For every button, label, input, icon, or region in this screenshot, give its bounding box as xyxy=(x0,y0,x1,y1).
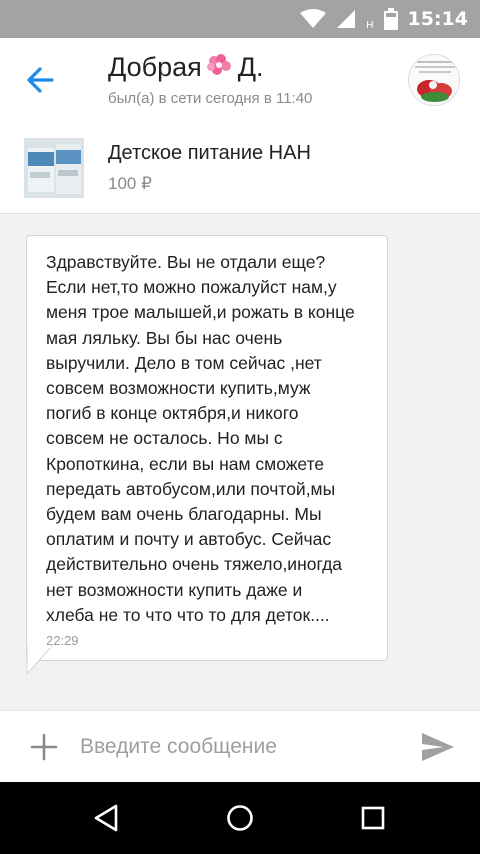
back-button[interactable] xyxy=(22,62,62,98)
message-text: Здравствуйте. Вы не отдали еще? Если нет… xyxy=(46,252,355,625)
contact-name-first: Добрая xyxy=(108,52,202,82)
send-icon xyxy=(422,733,454,761)
nav-home-icon xyxy=(227,805,253,831)
system-nav-bar xyxy=(0,782,480,854)
nav-back-icon xyxy=(94,804,118,832)
nav-recents-button[interactable] xyxy=(355,800,391,836)
battery-icon xyxy=(383,8,398,30)
status-bar: H 15:14 xyxy=(0,0,480,38)
avatar-image xyxy=(409,55,459,105)
plus-icon xyxy=(30,733,58,761)
network-type-label: H xyxy=(366,19,374,31)
status-icons: H 15:14 xyxy=(300,0,468,38)
wifi-icon xyxy=(300,9,327,28)
incoming-message-bubble[interactable]: Здравствуйте. Вы не отдали еще? Если нет… xyxy=(26,235,388,661)
nav-home-button[interactable] xyxy=(222,800,258,836)
attach-button[interactable] xyxy=(30,733,58,761)
chat-header: Добрая Д. был(а) в сети сегодня в 11:40 xyxy=(0,38,480,122)
product-price: 100 ₽ xyxy=(108,174,152,193)
flower-emoji-icon xyxy=(206,54,231,75)
message-input[interactable] xyxy=(80,729,400,765)
status-time: 15:14 xyxy=(407,8,468,30)
contact-last-seen: был(а) в сети сегодня в 11:40 xyxy=(108,90,313,107)
nav-recents-icon xyxy=(361,806,385,830)
arrow-back-icon xyxy=(27,67,54,93)
chat-messages-area[interactable]: Здравствуйте. Вы не отдали еще? Если нет… xyxy=(0,214,480,710)
product-thumbnail xyxy=(24,138,84,198)
contact-avatar[interactable] xyxy=(408,54,460,106)
product-title: Детское питание НАН xyxy=(108,142,311,164)
send-button[interactable] xyxy=(420,731,456,763)
signal-icon xyxy=(337,10,356,28)
nav-back-button[interactable] xyxy=(89,800,125,836)
contact-name-last: Д. xyxy=(237,52,264,82)
message-composer xyxy=(0,710,480,782)
bubble-tail xyxy=(26,646,53,676)
product-image xyxy=(24,138,84,198)
contact-name[interactable]: Добрая Д. xyxy=(108,52,264,83)
product-listing[interactable]: Детское питание НАН 100 ₽ xyxy=(0,122,480,214)
